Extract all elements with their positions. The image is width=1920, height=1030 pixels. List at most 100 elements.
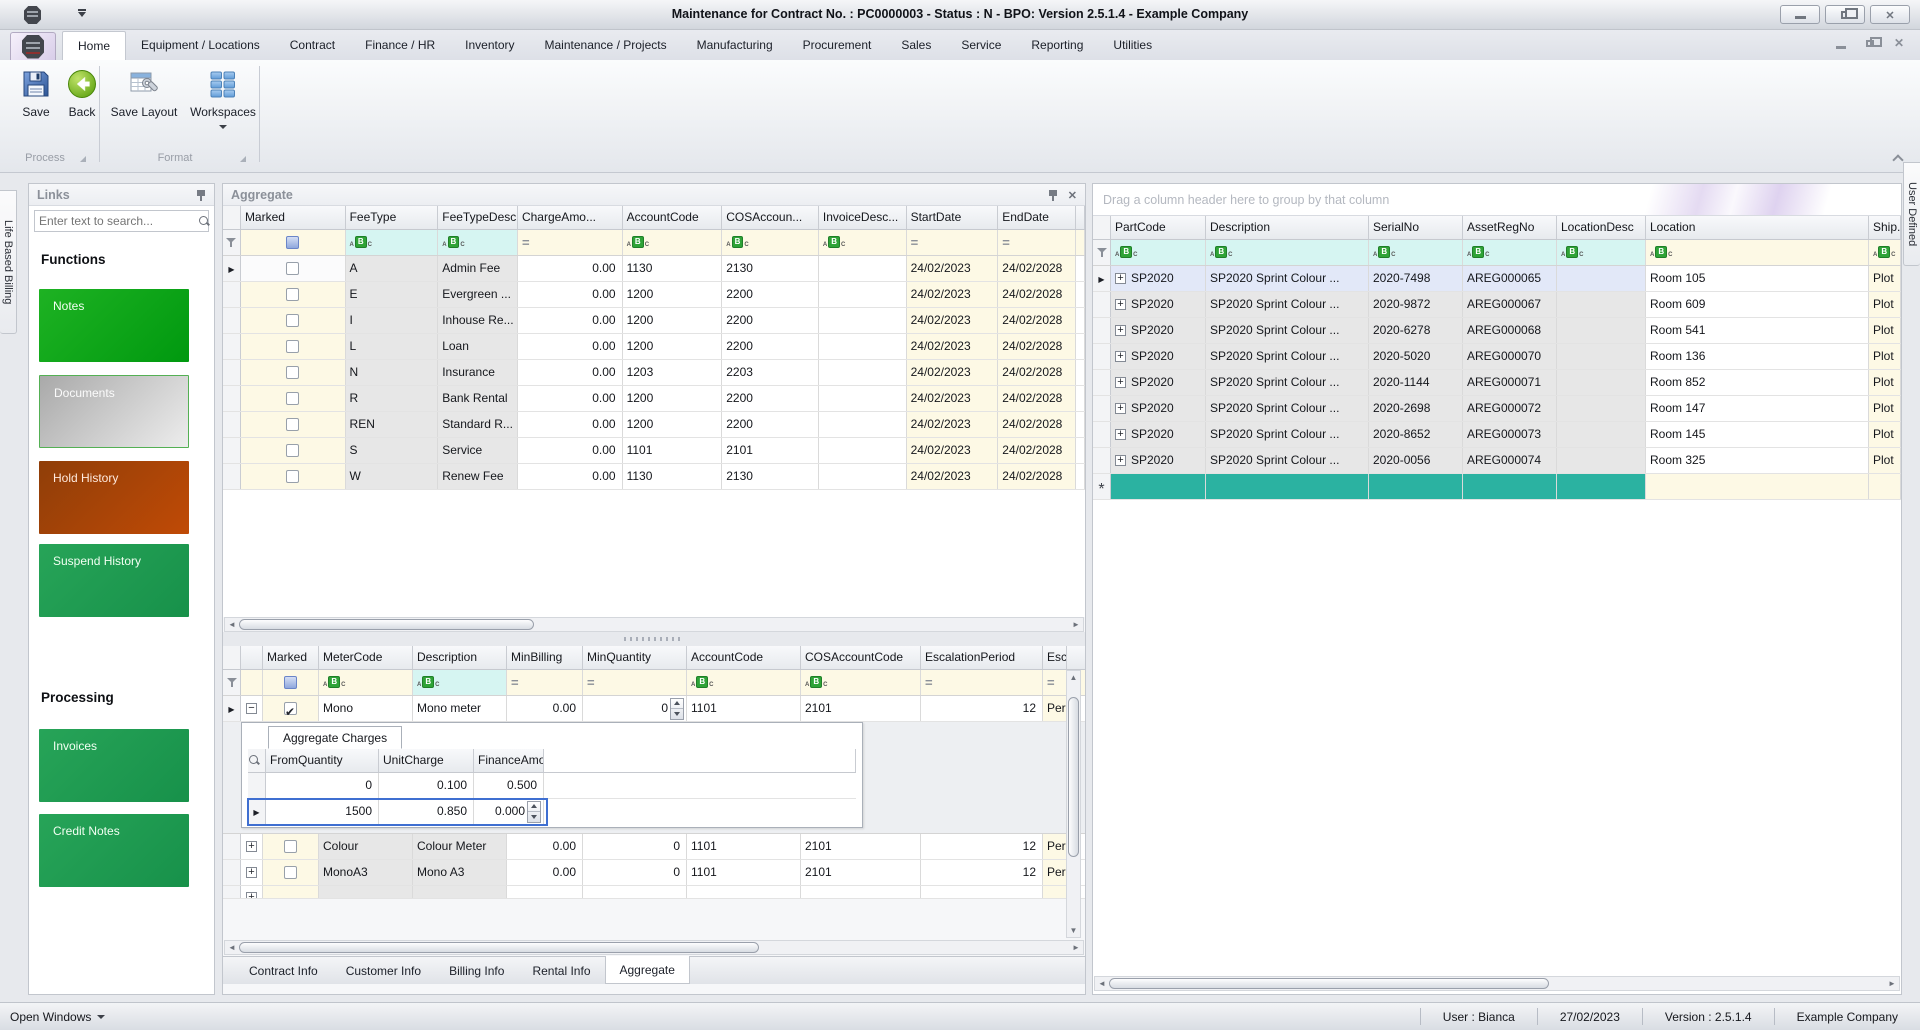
col-header-locationdesc[interactable]: LocationDesc bbox=[1557, 216, 1646, 239]
cell-partcode[interactable]: SP2020 bbox=[1111, 422, 1206, 447]
cell-marked[interactable] bbox=[240, 360, 346, 385]
cell-feetypedesc[interactable]: Inhouse Re... bbox=[438, 308, 518, 333]
cell-cosaccount[interactable]: 2200 bbox=[722, 334, 819, 359]
col-header-metercode[interactable]: MeterCode bbox=[319, 646, 413, 669]
cell-marked[interactable] bbox=[240, 334, 346, 359]
cell-accountcode[interactable]: 1101 bbox=[623, 438, 723, 463]
col-header-serialno[interactable]: SerialNo bbox=[1369, 216, 1463, 239]
tab-aggregate[interactable]: Aggregate bbox=[604, 956, 690, 984]
table-row[interactable]: I Inhouse Re... 0.00 1200 2200 24/02/202… bbox=[223, 308, 1085, 334]
cell-feetype[interactable]: L bbox=[345, 334, 439, 359]
cell-locationdesc[interactable] bbox=[1557, 474, 1646, 499]
cell-cosaccountcode[interactable]: 2101 bbox=[801, 860, 921, 885]
cell-invoicedesc[interactable] bbox=[819, 438, 907, 463]
col-header-enddate[interactable]: EndDate bbox=[998, 206, 1076, 229]
cell-enddate[interactable]: 24/02/2028 bbox=[998, 308, 1077, 333]
amount-stepper[interactable] bbox=[527, 800, 541, 823]
new-row[interactable] bbox=[1093, 474, 1901, 500]
cell-serialno[interactable] bbox=[1369, 474, 1463, 499]
group-dialog-launcher-icon[interactable] bbox=[80, 156, 86, 162]
cell-expand[interactable] bbox=[241, 886, 263, 898]
cell-feetype[interactable]: W bbox=[345, 464, 439, 489]
cell-cosaccount[interactable]: 2200 bbox=[722, 308, 819, 333]
cell-accountcode[interactable]: 1130 bbox=[623, 256, 723, 281]
search-box[interactable] bbox=[34, 210, 209, 232]
cell-accountcode[interactable]: 1200 bbox=[623, 412, 723, 437]
cell-startdate[interactable]: 24/02/2023 bbox=[906, 464, 999, 489]
cell-cosaccount[interactable]: 2200 bbox=[722, 282, 819, 307]
expand-plus-icon[interactable] bbox=[246, 867, 257, 878]
cell-enddate[interactable]: 24/02/2028 bbox=[998, 282, 1077, 307]
cell-locationdesc[interactable] bbox=[1557, 422, 1646, 447]
scrollbar-thumb[interactable] bbox=[239, 619, 534, 630]
cell-expand[interactable] bbox=[241, 834, 263, 859]
checkbox-icon[interactable] bbox=[284, 866, 297, 879]
table-row[interactable]: 0 0.100 0.500 bbox=[248, 773, 856, 799]
cell-cosaccountcode[interactable]: 2101 bbox=[801, 834, 921, 859]
hold-history-button[interactable]: Hold History bbox=[39, 461, 189, 534]
cell-accountcode[interactable] bbox=[687, 886, 801, 898]
col-header-unitcharge[interactable]: UnitCharge bbox=[379, 749, 474, 772]
table-row[interactable]: W Renew Fee 0.00 1130 2130 24/02/2023 24… bbox=[223, 464, 1085, 490]
cell-locationdesc[interactable] bbox=[1557, 344, 1646, 369]
cell-escalationperiod[interactable]: 12 bbox=[921, 834, 1043, 859]
scroll-down-icon[interactable]: ▼ bbox=[1067, 926, 1080, 935]
filter-feetypedesc[interactable] bbox=[438, 230, 518, 255]
grid-splitter[interactable] bbox=[223, 632, 1085, 646]
open-windows-button[interactable]: Open Windows bbox=[0, 1010, 106, 1024]
ribbon-tab-procurement[interactable]: Procurement bbox=[788, 30, 887, 60]
filter-row[interactable] bbox=[1093, 240, 1901, 266]
filter-location[interactable] bbox=[1646, 240, 1869, 265]
table-row[interactable]: A Admin Fee 0.00 1130 2130 24/02/2023 24… bbox=[223, 256, 1085, 282]
cell-chargeamount[interactable]: 0.00 bbox=[518, 308, 623, 333]
table-row[interactable]: E Evergreen ... 0.00 1200 2200 24/02/202… bbox=[223, 282, 1085, 308]
cell-cosaccount[interactable]: 2200 bbox=[722, 412, 819, 437]
cell-feetypedesc[interactable]: Service bbox=[438, 438, 518, 463]
cell-feetype[interactable]: I bbox=[345, 308, 439, 333]
filter-feetype[interactable] bbox=[345, 230, 439, 255]
cell-ship[interactable]: Plot bbox=[1869, 370, 1901, 395]
cell-invoicedesc[interactable] bbox=[819, 464, 907, 489]
cell-description[interactable]: SP2020 Sprint Colour ... bbox=[1206, 396, 1369, 421]
cell-assetregno[interactable]: AREG000067 bbox=[1463, 292, 1557, 317]
table-row[interactable]: SP2020 SP2020 Sprint Colour ... 2020-269… bbox=[1093, 396, 1901, 422]
cell-chargeamount[interactable]: 0.00 bbox=[518, 386, 623, 411]
filter-metercode[interactable] bbox=[319, 670, 413, 695]
filter-cosaccount[interactable] bbox=[722, 230, 819, 255]
cell-description[interactable]: Colour Meter bbox=[413, 834, 507, 859]
cell-locationdesc[interactable] bbox=[1557, 396, 1646, 421]
minimize-button[interactable] bbox=[1780, 5, 1820, 24]
cell-description[interactable]: SP2020 Sprint Colour ... bbox=[1206, 266, 1369, 291]
expand-plus-icon[interactable] bbox=[1115, 273, 1126, 284]
ribbon-tab-home[interactable]: Home bbox=[62, 31, 127, 60]
meter-grid-vscrollbar[interactable]: ▲ ▼ bbox=[1066, 670, 1081, 938]
cell-metercode[interactable] bbox=[319, 886, 413, 898]
col-header-marked[interactable]: Marked bbox=[263, 646, 319, 669]
cell-minbilling[interactable] bbox=[507, 886, 583, 898]
col-header-chargeamount[interactable]: ChargeAmo... bbox=[518, 206, 623, 229]
cell-ship[interactable]: Plot bbox=[1869, 422, 1901, 447]
tab-contract-info[interactable]: Contract Info bbox=[235, 957, 332, 984]
cell-cosaccountcode[interactable] bbox=[801, 886, 921, 898]
cell-description[interactable]: Mono A3 bbox=[413, 860, 507, 885]
mdi-restore-icon[interactable] bbox=[1865, 36, 1882, 47]
close-button[interactable] bbox=[1870, 5, 1910, 24]
cell-accountcode[interactable]: 1200 bbox=[623, 308, 723, 333]
cell-feetype[interactable]: REN bbox=[345, 412, 439, 437]
cell-locationdesc[interactable] bbox=[1557, 370, 1646, 395]
table-row[interactable]: SP2020 SP2020 Sprint Colour ... 2020-502… bbox=[1093, 344, 1901, 370]
cell-feetype[interactable]: R bbox=[345, 386, 439, 411]
filter-enddate[interactable] bbox=[998, 230, 1076, 255]
cell-enddate[interactable]: 24/02/2028 bbox=[998, 256, 1077, 281]
cell-cosaccount[interactable]: 2130 bbox=[722, 464, 819, 489]
tab-life-based-billing[interactable]: Life Based Billing bbox=[0, 190, 17, 334]
cell-invoicedesc[interactable] bbox=[819, 412, 907, 437]
filter-locationdesc[interactable] bbox=[1557, 240, 1646, 265]
checkbox-icon[interactable] bbox=[286, 366, 300, 379]
expand-plus-icon[interactable] bbox=[246, 891, 257, 898]
cell-enddate[interactable]: 24/02/2028 bbox=[998, 412, 1077, 437]
table-row[interactable]: MonoA3 Mono A3 0.00 0 1101 2101 12 Perc bbox=[223, 860, 1085, 886]
col-header-invoicedesc[interactable]: InvoiceDesc... bbox=[819, 206, 907, 229]
cell-marked[interactable] bbox=[240, 386, 346, 411]
cell-location[interactable]: Room 325 bbox=[1646, 448, 1869, 473]
